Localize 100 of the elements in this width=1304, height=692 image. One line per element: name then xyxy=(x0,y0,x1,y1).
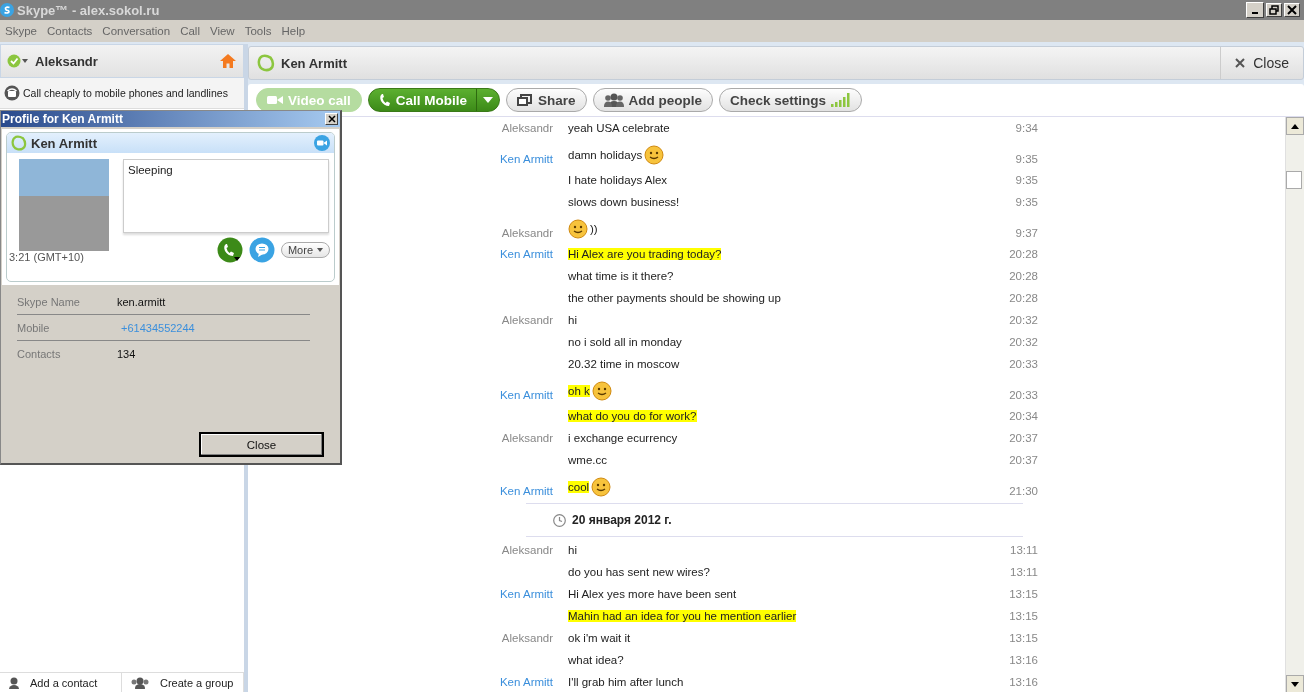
share-button[interactable]: Share xyxy=(506,88,587,112)
message-time: 13:16 xyxy=(1008,676,1038,688)
sender-name[interactable]: Ken Armitt xyxy=(463,588,553,600)
message-time: 13:15 xyxy=(1008,588,1038,600)
field-label: Mobile xyxy=(17,321,51,334)
message-text: no i sold all in monday xyxy=(568,336,682,348)
date-separator: 20 января 2012 г. xyxy=(572,513,672,527)
video-camera-icon xyxy=(267,94,283,106)
message-text: what time is it there? xyxy=(568,270,674,282)
message-time: 20:33 xyxy=(1008,389,1038,401)
message-time: 9:35 xyxy=(1014,196,1038,208)
field-label: Contacts xyxy=(17,347,62,360)
window-title: Skype™ - alex.sokol.ru xyxy=(17,2,161,18)
skype-logo-icon xyxy=(257,54,275,72)
message-time: 20:33 xyxy=(1008,358,1038,370)
sender-name[interactable]: Aleksandr xyxy=(463,544,553,556)
menu-item[interactable]: Contacts xyxy=(41,25,98,37)
message-text: Hi Alex are you trading today? xyxy=(568,248,722,260)
check-settings-button[interactable]: Check settings xyxy=(719,88,863,112)
call-mobile-button[interactable]: Call Mobile xyxy=(367,88,501,112)
people-icon xyxy=(130,677,150,689)
windows-icon xyxy=(517,94,534,106)
add-people-button[interactable]: Add people xyxy=(592,88,714,112)
home-icon xyxy=(219,53,237,69)
message-time: 9:35 xyxy=(1014,153,1038,165)
call-button-icon[interactable] xyxy=(216,237,243,263)
close-icon xyxy=(1287,5,1297,15)
message-time: 13:15 xyxy=(1008,610,1038,622)
signal-bars-icon xyxy=(831,93,852,107)
phone-icon xyxy=(378,93,391,107)
minimize-button[interactable] xyxy=(1246,2,1264,18)
message-text: slows down business! xyxy=(568,196,680,208)
close-button[interactable]: Close xyxy=(199,432,324,457)
message-text: the other payments should be showing up xyxy=(568,292,781,304)
message-text: Mahin had an idea for you he mention earlier xyxy=(568,610,797,622)
sender-name[interactable]: Aleksandr xyxy=(463,122,553,134)
sender-name[interactable]: Aleksandr xyxy=(463,432,553,444)
menu-item[interactable]: View xyxy=(204,25,240,37)
phone-icon xyxy=(4,85,20,101)
menu-item[interactable]: Skype xyxy=(0,25,42,37)
message-time: 20:32 xyxy=(1008,314,1038,326)
message-text: 20.32 time in moscow xyxy=(568,358,680,370)
sender-name[interactable]: Ken Armitt xyxy=(463,676,553,688)
profile-name: Ken Armitt xyxy=(31,135,98,151)
message-text: cool xyxy=(568,481,590,493)
caret-icon xyxy=(317,248,323,252)
message-text: yeah USA celebrate xyxy=(568,122,670,134)
sender-name[interactable]: Ken Armitt xyxy=(463,485,553,497)
message-time: 9:37 xyxy=(1014,227,1038,239)
sender-name[interactable]: Ken Armitt xyxy=(463,248,553,260)
sender-name[interactable]: Ken Armitt xyxy=(463,153,553,165)
scrollbar[interactable] xyxy=(1285,117,1304,692)
video-camera-icon xyxy=(314,135,330,151)
sender-name[interactable]: Ken Armitt xyxy=(463,389,553,401)
menu-item[interactable]: Help xyxy=(276,25,311,37)
message-time: 9:35 xyxy=(1014,174,1038,186)
dialog-title: Profile for Ken Armitt xyxy=(2,112,123,126)
message-time: 20:28 xyxy=(1008,270,1038,282)
message-text: i exchange ecurrency xyxy=(568,432,678,444)
close-conversation-button[interactable]: Close xyxy=(1220,47,1303,79)
mood-message-field[interactable]: Sleeping xyxy=(123,159,329,233)
message-text: damn holidays xyxy=(568,149,643,161)
down-arrow-icon xyxy=(1291,681,1299,687)
message-time: 13:11 xyxy=(1009,544,1038,556)
phone-link[interactable]: +61434552244 xyxy=(117,321,195,334)
promo-text[interactable]: Call cheaply to mobile phones and landlines xyxy=(23,87,228,99)
message-text: what do you do for work? xyxy=(568,410,697,422)
sender-name[interactable]: Aleksandr xyxy=(463,632,553,644)
contact-name: Ken Armitt xyxy=(281,55,347,71)
more-button[interactable]: More xyxy=(280,242,330,258)
message-text: oh k xyxy=(568,385,590,397)
chat-bubble-icon[interactable] xyxy=(248,237,275,263)
field-label: Skype Name xyxy=(17,295,81,308)
dialog-close-button[interactable] xyxy=(325,113,338,125)
close-button[interactable] xyxy=(1284,3,1300,17)
field-value: ken.armitt xyxy=(117,295,166,308)
field-value: 134 xyxy=(117,347,136,360)
message-text: hi xyxy=(568,544,577,556)
sender-name[interactable]: Aleksandr xyxy=(463,314,553,326)
scrollbar-thumb[interactable] xyxy=(1286,171,1302,189)
skype-logo-icon xyxy=(11,135,27,151)
user-name[interactable]: Aleksandr xyxy=(35,53,213,69)
message-time: 20:32 xyxy=(1008,336,1038,348)
message-text: wme.cc xyxy=(568,454,607,466)
minimize-icon xyxy=(1252,12,1258,14)
message-time: 20:37 xyxy=(1008,454,1038,466)
message-text: I hate holidays Alex xyxy=(568,174,668,186)
message-time: 20:28 xyxy=(1008,248,1038,260)
message-text: )) xyxy=(590,223,598,235)
caret-icon xyxy=(483,97,494,103)
menu-item[interactable]: Tools xyxy=(239,25,277,37)
sender-name[interactable]: Aleksandr xyxy=(463,227,553,239)
restore-button[interactable] xyxy=(1266,3,1282,17)
menu-item[interactable]: Conversation xyxy=(97,25,176,37)
message-text: Hi Alex yes more have been sent xyxy=(568,588,737,600)
message-text: ok i'm wait it xyxy=(568,632,631,644)
menu-item[interactable]: Call xyxy=(175,25,205,37)
message-time: 13:11 xyxy=(1009,566,1038,578)
clock-icon xyxy=(553,513,566,527)
close-icon xyxy=(1235,58,1246,68)
